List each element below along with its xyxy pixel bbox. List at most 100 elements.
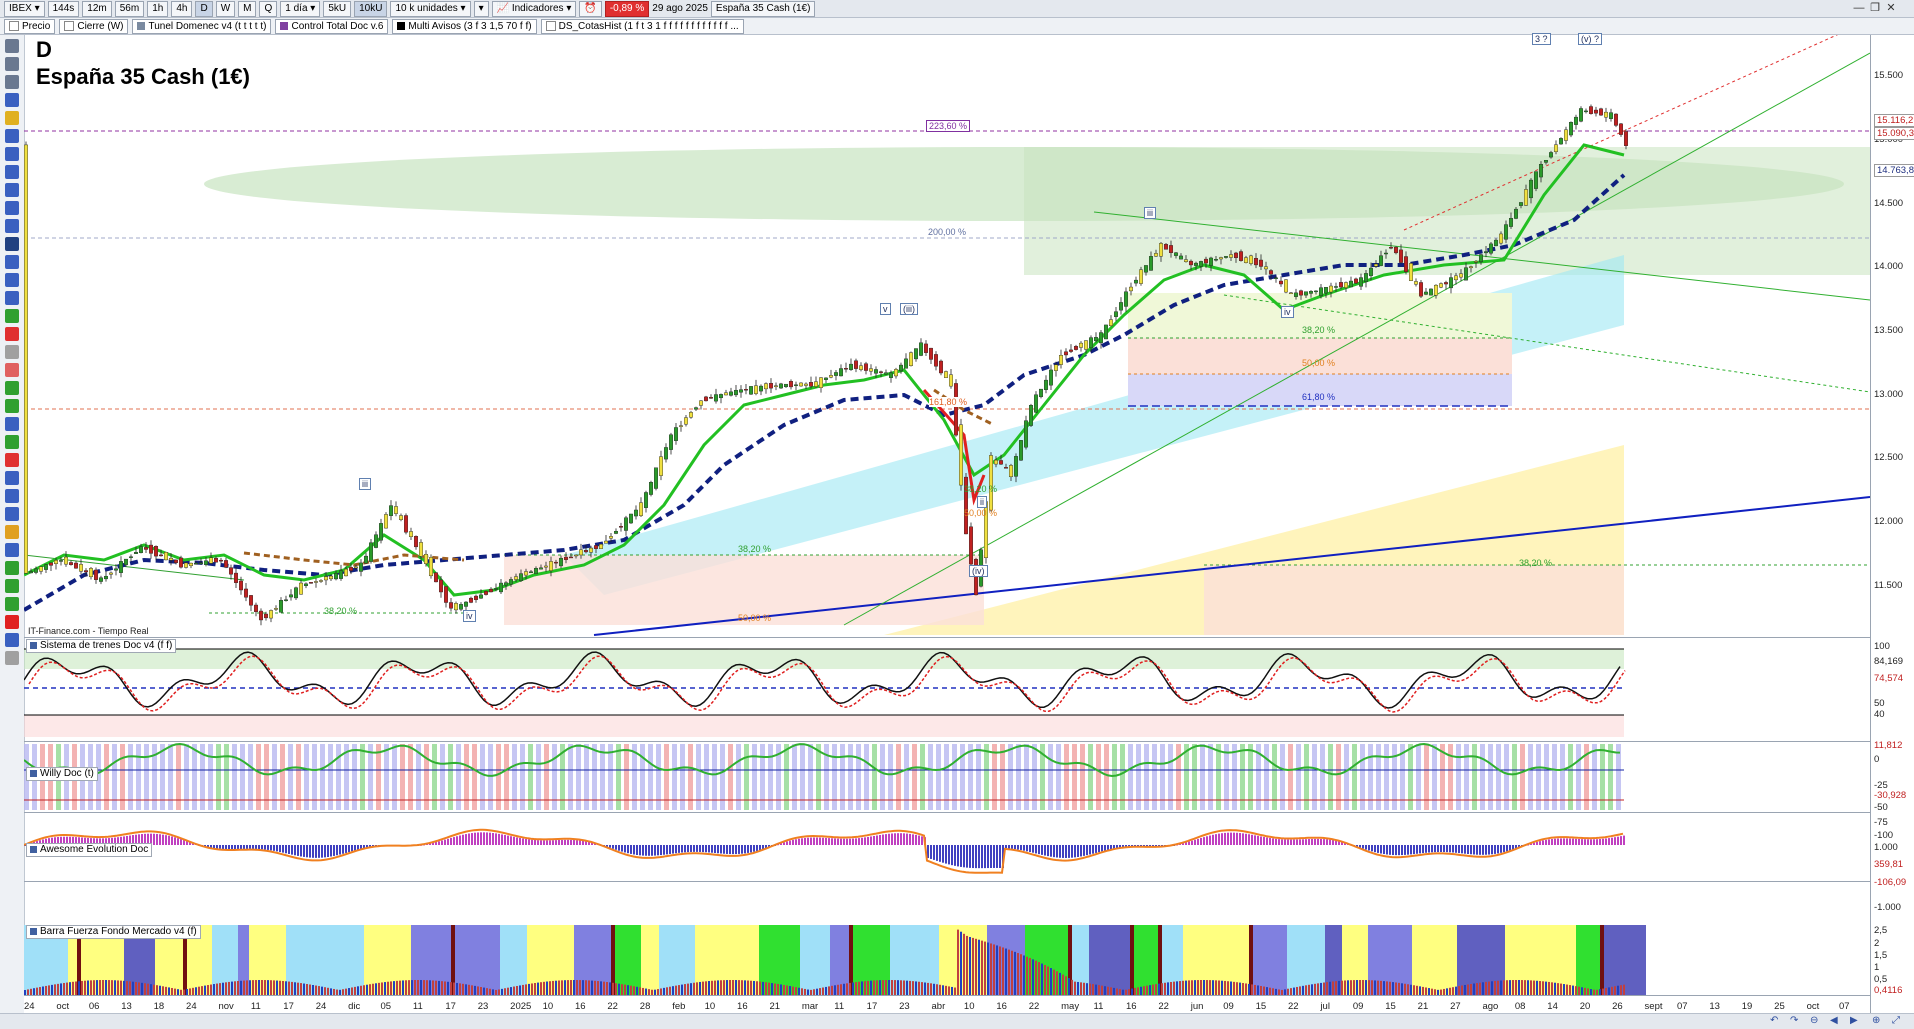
ruler-tool-icon[interactable] xyxy=(5,345,19,359)
ticks-10ku[interactable]: 10kU xyxy=(354,0,388,17)
fan-tool-icon[interactable] xyxy=(5,201,19,215)
units-selector[interactable]: 10 k unidades ▾ xyxy=(390,0,471,17)
undo-icon[interactable]: ↶ xyxy=(1770,1015,1778,1026)
wave-tool-icon[interactable] xyxy=(5,507,19,521)
wave-label[interactable]: (v) ? xyxy=(1578,33,1602,45)
panel-title-trenes[interactable]: Sistema de trenes Doc v4 (f f) xyxy=(26,639,177,653)
time-tick: 05 xyxy=(380,1001,392,1012)
barra-bar xyxy=(213,984,215,995)
tf-d[interactable]: D xyxy=(195,0,213,17)
thumbs-up-icon[interactable] xyxy=(5,597,19,611)
scroll-right-icon[interactable]: ▶ xyxy=(1850,1015,1858,1026)
tf-4h[interactable]: 4h xyxy=(171,0,193,17)
check-tool-icon[interactable] xyxy=(5,579,19,593)
alarm-button[interactable]: ⏰ xyxy=(579,0,602,17)
zoom-out-icon[interactable]: ⊖ xyxy=(1810,1015,1818,1026)
fib-tool-icon[interactable] xyxy=(5,183,19,197)
awesome-bar xyxy=(849,838,851,845)
panel-title-barra[interactable]: Barra Fuerza Fondo Mercado v4 (f) xyxy=(26,925,201,939)
restore-icon[interactable]: ❐ xyxy=(1868,2,1882,15)
bell-tool-icon[interactable] xyxy=(5,111,19,125)
awesome-bar xyxy=(1464,845,1466,854)
time-axis[interactable] xyxy=(24,995,1870,1014)
wave-label[interactable]: v xyxy=(880,303,891,315)
indicator-multi-avisos[interactable]: Multi Avisos (3 f 3 1,5 70 f f) xyxy=(392,18,537,34)
tf-w[interactable]: W xyxy=(215,0,236,17)
symbol-selector[interactable]: IBEX ▾ xyxy=(4,0,45,17)
tf-m[interactable]: M xyxy=(238,0,257,17)
panel-title-willy[interactable]: Willy Doc (t) xyxy=(26,767,98,781)
barra-bar xyxy=(1566,984,1568,995)
ticks-5ku[interactable]: 5kU xyxy=(323,0,352,17)
wave-label[interactable]: (iii) xyxy=(900,303,918,315)
indicator-tunel[interactable]: Tunel Domenec v4 (t t t t t) xyxy=(132,18,272,34)
tf-q[interactable]: Q xyxy=(259,0,278,17)
candle-body xyxy=(949,374,954,387)
wave-label[interactable]: iv xyxy=(1281,306,1294,318)
arc-tool-icon[interactable] xyxy=(5,219,19,233)
wave-label[interactable]: iv xyxy=(463,610,476,622)
indicators-button[interactable]: 📈 Indicadores ▾ xyxy=(491,0,577,17)
barra-bar xyxy=(732,980,734,995)
cursor-tool-icon[interactable] xyxy=(5,39,19,53)
awesome-bar xyxy=(1494,845,1496,854)
lock-tool-icon[interactable] xyxy=(5,543,19,557)
cycle-tool-icon[interactable] xyxy=(5,453,19,467)
search-tool-icon[interactable] xyxy=(5,75,19,89)
scroll-left-icon[interactable]: ◀ xyxy=(1830,1015,1838,1026)
pitchfork-tool-icon[interactable] xyxy=(5,489,19,503)
layers-tool-icon[interactable] xyxy=(5,633,19,647)
note-tool-icon[interactable] xyxy=(5,273,19,287)
gann-tool-icon[interactable] xyxy=(5,471,19,485)
measure-tool-icon[interactable] xyxy=(5,291,19,305)
tf-144s[interactable]: 144s xyxy=(47,0,80,17)
arrow-tool-icon[interactable] xyxy=(5,309,19,323)
channel-tool-icon[interactable] xyxy=(5,147,19,161)
fit-icon[interactable]: ⤢ xyxy=(1892,1015,1900,1026)
chart-type-button[interactable]: ▾ xyxy=(473,0,489,17)
candle-body xyxy=(1138,269,1143,284)
awesome-bar xyxy=(1062,845,1064,858)
price-chart[interactable] xyxy=(24,35,1870,995)
visible-tool-icon[interactable] xyxy=(5,561,19,575)
wave-label[interactable]: ii xyxy=(977,496,987,508)
triangle-tool-icon[interactable] xyxy=(5,399,19,413)
zoom-in-icon[interactable]: ⊕ xyxy=(1872,1015,1880,1026)
print-tool-icon[interactable] xyxy=(5,651,19,665)
rect-tool-icon[interactable] xyxy=(5,363,19,377)
magnet-tool-icon[interactable] xyxy=(5,525,19,539)
polyline-tool-icon[interactable] xyxy=(5,417,19,431)
minimize-icon[interactable]: — xyxy=(1852,2,1866,15)
ellipse-tool-icon[interactable] xyxy=(5,381,19,395)
close-icon[interactable]: ✕ xyxy=(1884,2,1898,15)
barra-bar xyxy=(1500,980,1502,995)
trend-tool-icon[interactable] xyxy=(5,129,19,143)
barra-block xyxy=(1089,925,1134,995)
indicator-cotashist[interactable]: DS_CotasHist (1 f t 3 1 f f f f f f f f … xyxy=(540,18,744,34)
indicator-control[interactable]: Control Total Doc v.6 xyxy=(275,18,389,34)
tf-1h[interactable]: 1h xyxy=(147,0,169,17)
elliott-tool-icon[interactable] xyxy=(5,435,19,449)
delete-tool-icon[interactable] xyxy=(5,615,19,629)
barra-bar xyxy=(540,982,542,995)
line-tool-icon[interactable] xyxy=(5,93,19,107)
text-tool-icon[interactable] xyxy=(5,255,19,269)
shape-tool-icon[interactable] xyxy=(5,327,19,341)
barra-bar xyxy=(54,984,56,995)
period-selector[interactable]: 1 día ▾ xyxy=(280,0,321,17)
wave-label[interactable]: (iv) xyxy=(969,565,988,577)
wave-label[interactable]: iii xyxy=(359,478,371,490)
barra-bar xyxy=(1569,985,1571,995)
indicator-precio[interactable]: Precio xyxy=(4,18,56,34)
zoom-tool-icon[interactable] xyxy=(5,57,19,71)
barra-bar xyxy=(1407,984,1409,995)
pencil-tool-icon[interactable] xyxy=(5,237,19,251)
wave-label[interactable]: iii xyxy=(1144,207,1156,219)
panel-title-awesome[interactable]: Awesome Evolution Doc xyxy=(26,843,153,857)
hline-tool-icon[interactable] xyxy=(5,165,19,179)
indicator-cierre[interactable]: Cierre (W) xyxy=(59,18,129,34)
redo-icon[interactable]: ↷ xyxy=(1790,1015,1798,1026)
tf-12m[interactable]: 12m xyxy=(82,0,112,17)
wave-label[interactable]: 3 ? xyxy=(1532,33,1551,45)
tf-56m[interactable]: 56m xyxy=(114,0,145,17)
